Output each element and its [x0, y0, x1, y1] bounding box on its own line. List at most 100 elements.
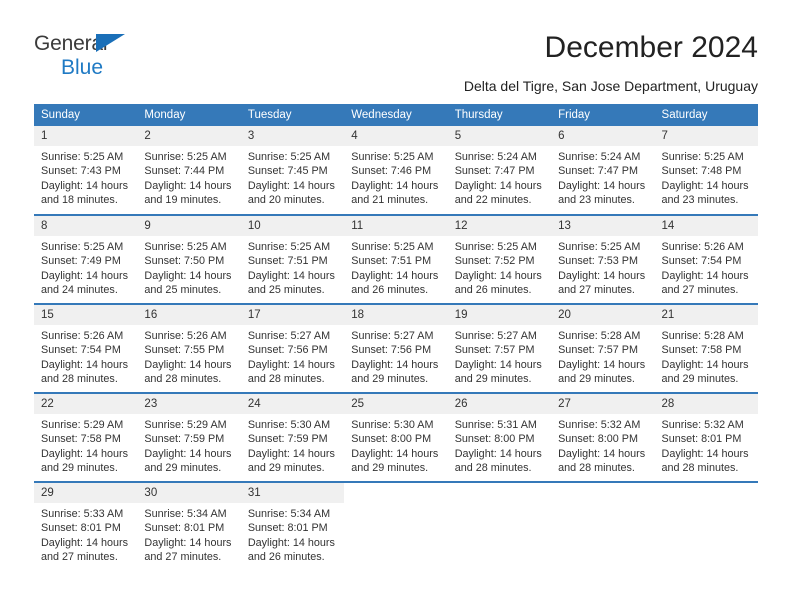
- calendar-day-cell[interactable]: 6 Sunrise: 5:24 AM Sunset: 7:47 PM Daylight…: [551, 126, 655, 215]
- calendar-day-cell[interactable]: 31 Sunrise: 5:34 AM Sunset: 8:01 PM Dayligh…: [240, 481, 345, 571]
- sunrise-text: Sunrise: 5:30 AM: [247, 419, 331, 431]
- daylight-text-line1: Daylight: 14 hours: [247, 269, 335, 282]
- calendar-day-cell[interactable]: 25 Sunrise: 5:30 AM Sunset: 8:00 PM Dayligh…: [344, 392, 448, 482]
- calendar-day-cell[interactable]: 20 Sunrise: 5:28 AM Sunset: 7:57 PM Dayligh…: [551, 303, 655, 393]
- day-details: Sunrise: 5:28 AM Sunset: 7:57 PM Daylight:…: [551, 325, 654, 386]
- day-number: [344, 483, 448, 503]
- calendar-body: 1 Sunrise: 5:25 AM Sunset: 7:43 PM Daylight…: [34, 126, 758, 571]
- generalblue-logo[interactable]: General Blue: [34, 33, 214, 79]
- daylight-text-line2: and 28 minutes.: [247, 372, 325, 385]
- calendar-day-cell[interactable]: 5 Sunrise: 5:24 AM Sunset: 7:47 PM Daylight…: [447, 126, 552, 215]
- day-number: 2: [137, 126, 241, 146]
- weekday-header-wednesday: Wednesday: [344, 104, 448, 126]
- day-number: 7: [654, 126, 758, 146]
- sunrise-text: Sunrise: 5:25 AM: [41, 151, 124, 163]
- day-details: Sunrise: 5:30 AM Sunset: 8:00 PM Daylight:…: [344, 414, 447, 475]
- calendar-day-cell[interactable]: 27 Sunrise: 5:32 AM Sunset: 8:00 PM Dayligh…: [551, 392, 655, 482]
- sunrise-text: Sunrise: 5:26 AM: [144, 330, 227, 342]
- daylight-text-line2: and 18 minutes.: [41, 193, 118, 206]
- calendar-day-cell[interactable]: 18 Sunrise: 5:27 AM Sunset: 7:56 PM Dayligh…: [344, 303, 448, 393]
- sunrise-text: Sunrise: 5:25 AM: [661, 151, 744, 163]
- day-number: 19: [447, 305, 552, 325]
- calendar-day-cell[interactable]: 16 Sunrise: 5:26 AM Sunset: 7:55 PM Dayligh…: [137, 303, 241, 393]
- weekday-header-saturday: Saturday: [654, 104, 758, 126]
- day-number: 13: [551, 216, 655, 236]
- day-number: 4: [344, 126, 448, 146]
- daylight-text-line1: Daylight: 14 hours: [247, 358, 335, 371]
- calendar-day-cell[interactable]: 15 Sunrise: 5:26 AM Sunset: 7:54 PM Dayligh…: [34, 303, 138, 393]
- daylight-text-line2: and 26 minutes.: [454, 283, 532, 296]
- calendar-day-cell[interactable]: 11 Sunrise: 5:25 AM Sunset: 7:51 PM Dayligh…: [344, 214, 448, 304]
- daylight-text-line1: Daylight: 14 hours: [558, 179, 646, 192]
- sunset-text: Sunset: 7:47 PM: [558, 165, 638, 178]
- day-details: Sunrise: 5:25 AM Sunset: 7:51 PM Daylight:…: [241, 236, 344, 297]
- calendar-day-cell[interactable]: 1 Sunrise: 5:25 AM Sunset: 7:43 PM Daylight…: [34, 126, 138, 215]
- sunset-text: Sunset: 7:48 PM: [661, 165, 742, 178]
- calendar-day-cell[interactable]: 17 Sunrise: 5:27 AM Sunset: 7:56 PM Dayligh…: [240, 303, 345, 393]
- calendar-day-cell[interactable]: 28 Sunrise: 5:32 AM Sunset: 8:01 PM Dayligh…: [654, 392, 758, 482]
- day-number: 18: [344, 305, 448, 325]
- calendar-day-cell[interactable]: 14 Sunrise: 5:26 AM Sunset: 7:54 PM Dayligh…: [654, 214, 758, 304]
- daylight-text-line1: Daylight: 14 hours: [247, 447, 335, 460]
- sunrise-text: Sunrise: 5:25 AM: [454, 241, 537, 253]
- daylight-text-line1: Daylight: 14 hours: [351, 179, 439, 192]
- calendar-day-cell[interactable]: 23 Sunrise: 5:29 AM Sunset: 7:59 PM Dayligh…: [137, 392, 241, 482]
- calendar-day-cell[interactable]: 26 Sunrise: 5:31 AM Sunset: 8:00 PM Dayligh…: [447, 392, 552, 482]
- calendar-day-cell[interactable]: 2 Sunrise: 5:25 AM Sunset: 7:44 PM Daylight…: [137, 126, 241, 215]
- daylight-text-line1: Daylight: 14 hours: [144, 536, 232, 549]
- day-details: Sunrise: 5:34 AM Sunset: 8:01 PM Daylight:…: [137, 503, 240, 564]
- daylight-text-line1: Daylight: 14 hours: [558, 358, 646, 371]
- calendar-day-cell[interactable]: 4 Sunrise: 5:25 AM Sunset: 7:46 PM Daylight…: [344, 126, 448, 215]
- daylight-text-line2: and 29 minutes.: [144, 461, 222, 474]
- daylight-text-line2: and 27 minutes.: [144, 550, 222, 563]
- daylight-text-line1: Daylight: 14 hours: [351, 269, 439, 282]
- sunrise-text: Sunrise: 5:26 AM: [41, 330, 124, 342]
- calendar-day-cell[interactable]: 13 Sunrise: 5:25 AM Sunset: 7:53 PM Dayligh…: [551, 214, 655, 304]
- sunrise-text: Sunrise: 5:33 AM: [41, 508, 124, 520]
- daylight-text-line2: and 29 minutes.: [351, 372, 429, 385]
- day-number: 9: [137, 216, 241, 236]
- sunrise-text: Sunrise: 5:25 AM: [41, 241, 124, 253]
- sunset-text: Sunset: 8:01 PM: [661, 433, 742, 446]
- calendar-week-row: 8 Sunrise: 5:25 AM Sunset: 7:49 PM Daylight…: [34, 214, 758, 304]
- daylight-text-line2: and 19 minutes.: [144, 193, 222, 206]
- calendar-day-cell[interactable]: 8 Sunrise: 5:25 AM Sunset: 7:49 PM Daylight…: [34, 214, 138, 304]
- calendar-day-cell[interactable]: 24 Sunrise: 5:30 AM Sunset: 7:59 PM Dayligh…: [240, 392, 345, 482]
- calendar-day-cell[interactable]: 29 Sunrise: 5:33 AM Sunset: 8:01 PM Dayligh…: [34, 481, 138, 571]
- sunrise-text: Sunrise: 5:25 AM: [351, 241, 434, 253]
- day-details: Sunrise: 5:26 AM Sunset: 7:54 PM Daylight:…: [34, 325, 137, 386]
- calendar-day-cell[interactable]: 22 Sunrise: 5:29 AM Sunset: 7:58 PM Dayligh…: [34, 392, 138, 482]
- day-number: 17: [240, 305, 345, 325]
- day-details: Sunrise: 5:26 AM Sunset: 7:54 PM Daylight:…: [655, 236, 758, 297]
- calendar-day-cell[interactable]: 30 Sunrise: 5:34 AM Sunset: 8:01 PM Dayligh…: [137, 481, 241, 571]
- daylight-text-line1: Daylight: 14 hours: [558, 447, 646, 460]
- calendar-day-cell[interactable]: 3 Sunrise: 5:25 AM Sunset: 7:45 PM Daylight…: [240, 126, 345, 215]
- calendar-day-cell[interactable]: 21 Sunrise: 5:28 AM Sunset: 7:58 PM Dayligh…: [654, 303, 758, 393]
- day-number: [654, 483, 758, 503]
- weekday-header-tuesday: Tuesday: [240, 104, 345, 126]
- day-number: 6: [551, 126, 655, 146]
- sunrise-text: Sunrise: 5:25 AM: [351, 151, 434, 163]
- calendar-day-cell[interactable]: 7 Sunrise: 5:25 AM Sunset: 7:48 PM Daylight…: [654, 126, 758, 215]
- sunrise-text: Sunrise: 5:27 AM: [351, 330, 434, 342]
- daylight-text-line2: and 27 minutes.: [661, 283, 739, 296]
- calendar-day-cell[interactable]: 9 Sunrise: 5:25 AM Sunset: 7:50 PM Daylight…: [137, 214, 241, 304]
- day-number: 22: [34, 394, 138, 414]
- daylight-text-line2: and 28 minutes.: [41, 372, 118, 385]
- calendar-day-cell[interactable]: 19 Sunrise: 5:27 AM Sunset: 7:57 PM Dayligh…: [447, 303, 552, 393]
- day-details: Sunrise: 5:26 AM Sunset: 7:55 PM Daylight:…: [137, 325, 240, 386]
- day-number: 26: [447, 394, 552, 414]
- sunset-text: Sunset: 7:50 PM: [144, 255, 225, 268]
- day-details: Sunrise: 5:25 AM Sunset: 7:48 PM Daylight:…: [655, 146, 758, 207]
- logo-text-blue: Blue: [61, 56, 104, 79]
- daylight-text-line2: and 22 minutes.: [454, 193, 532, 206]
- calendar-day-cell[interactable]: 12 Sunrise: 5:25 AM Sunset: 7:52 PM Dayligh…: [447, 214, 552, 304]
- sunrise-text: Sunrise: 5:25 AM: [144, 151, 227, 163]
- sunrise-text: Sunrise: 5:25 AM: [558, 241, 641, 253]
- day-details: Sunrise: 5:25 AM Sunset: 7:49 PM Daylight:…: [34, 236, 137, 297]
- calendar-day-cell[interactable]: 10 Sunrise: 5:25 AM Sunset: 7:51 PM Dayligh…: [240, 214, 345, 304]
- daylight-text-line2: and 25 minutes.: [144, 283, 222, 296]
- day-details: Sunrise: 5:33 AM Sunset: 8:01 PM Daylight:…: [34, 503, 137, 564]
- sunset-text: Sunset: 8:01 PM: [144, 522, 225, 535]
- logo-triangle-icon: [96, 34, 125, 52]
